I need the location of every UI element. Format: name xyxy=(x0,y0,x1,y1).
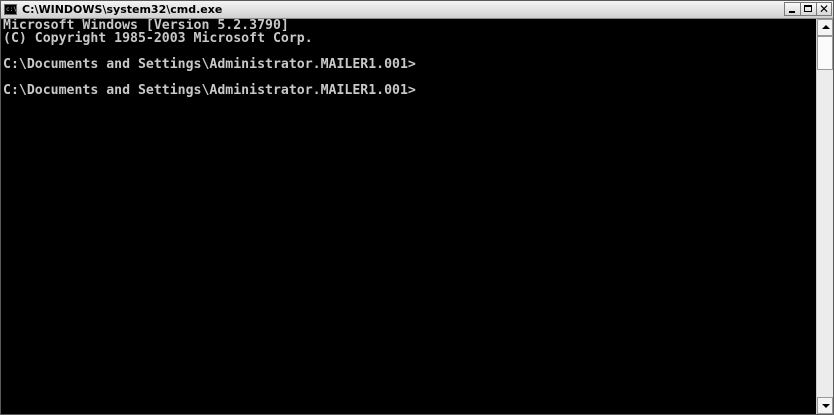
close-button[interactable]: ✕ xyxy=(816,2,832,16)
maximize-button[interactable] xyxy=(800,2,816,16)
console-line: C:\Documents and Settings\Administrator.… xyxy=(3,57,416,72)
title-bar[interactable]: c:\ C:\WINDOWS\system32\cmd.exe ✕ xyxy=(1,1,833,19)
window-controls: ✕ xyxy=(784,2,832,17)
minimize-button[interactable] xyxy=(784,2,800,16)
console-output[interactable]: Microsoft Windows [Version 5.2.3790] (C)… xyxy=(1,19,816,414)
cmd-app-icon[interactable]: c:\ xyxy=(4,4,17,15)
window-title: C:\WINDOWS\system32\cmd.exe xyxy=(22,3,223,16)
cmd-window: c:\ C:\WINDOWS\system32\cmd.exe ✕ Micros… xyxy=(0,0,834,415)
arrow-down-icon xyxy=(822,404,830,408)
scroll-thumb[interactable] xyxy=(817,36,833,70)
console-line: C:\Documents and Settings\Administrator.… xyxy=(3,83,416,98)
minimize-icon xyxy=(789,11,795,13)
maximize-icon xyxy=(804,5,812,12)
scroll-up-button[interactable] xyxy=(817,19,833,36)
vertical-scrollbar[interactable] xyxy=(816,19,833,414)
scroll-down-button[interactable] xyxy=(817,397,833,414)
close-icon: ✕ xyxy=(818,2,830,16)
arrow-up-icon xyxy=(822,25,830,29)
console-line: (C) Copyright 1985-2003 Microsoft Corp. xyxy=(3,31,313,46)
